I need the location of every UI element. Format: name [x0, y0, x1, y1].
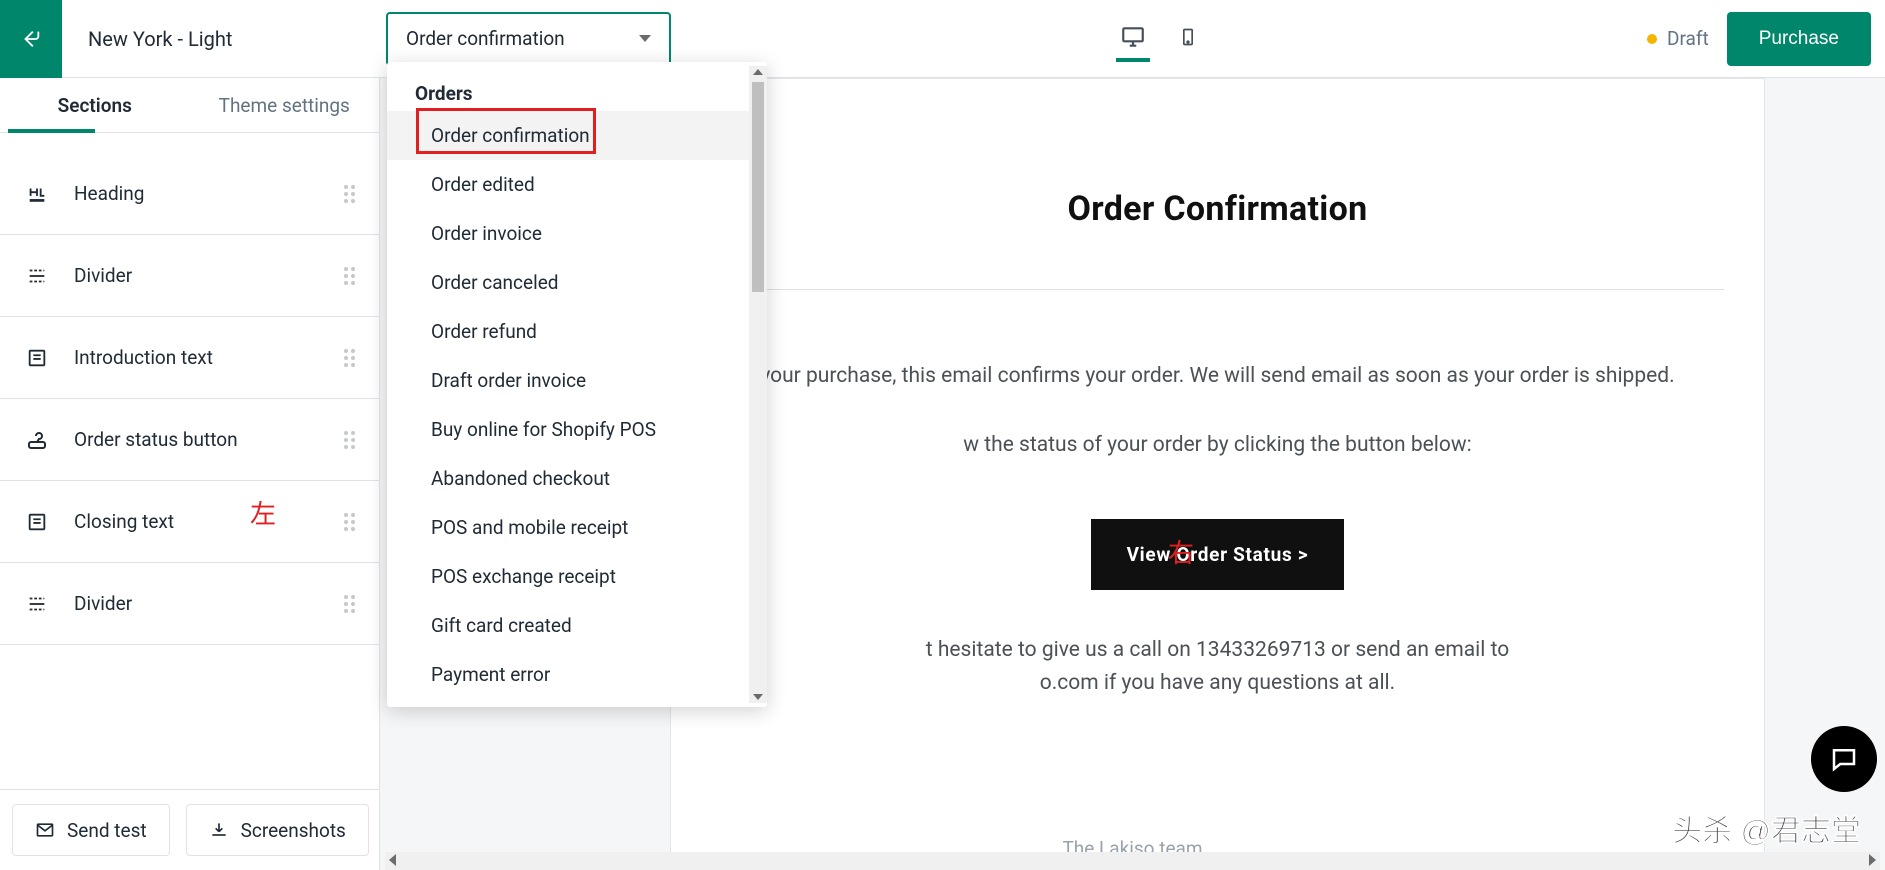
drag-handle-icon[interactable] [344, 267, 355, 285]
screenshots-button[interactable]: Screenshots [186, 804, 369, 856]
send-test-button[interactable]: Send test [12, 804, 170, 856]
dropdown-item[interactable]: Buy online for Shopify POS [387, 405, 767, 454]
section-item-divider[interactable]: Divider [0, 563, 379, 645]
dropdown-item[interactable]: Abandoned checkout [387, 454, 767, 503]
template-select[interactable]: Order confirmation [386, 12, 671, 66]
back-icon [20, 28, 42, 50]
section-item-label: Order status button [74, 428, 238, 451]
download-icon [209, 820, 229, 840]
divider-icon [24, 593, 50, 615]
preview-paragraph: t hesitate to give us a call on 13433269… [711, 634, 1724, 699]
section-item-order-status[interactable]: Order status button [0, 399, 379, 481]
template-select-value: Order confirmation [406, 27, 565, 50]
drag-handle-icon[interactable] [344, 185, 355, 203]
dropdown-item[interactable]: Order invoice [387, 209, 767, 258]
dropdown-item[interactable]: Draft order invoice [387, 356, 767, 405]
template-dropdown: Orders Order confirmation Order edited O… [387, 62, 767, 707]
draft-status: Draft [1647, 27, 1709, 50]
section-item-label: Closing text [74, 510, 174, 533]
dropdown-item[interactable]: Order canceled [387, 258, 767, 307]
drag-handle-icon[interactable] [344, 595, 355, 613]
text-icon [24, 347, 50, 369]
desktop-view-button[interactable] [1116, 16, 1150, 62]
preview-title: Order Confirmation [711, 189, 1724, 229]
dropdown-item[interactable]: POS and mobile receipt [387, 503, 767, 552]
theme-title: New York - Light [62, 27, 380, 51]
section-item-divider[interactable]: Divider [0, 235, 379, 317]
chat-icon [1829, 744, 1859, 774]
mobile-icon [1178, 24, 1198, 50]
dropdown-item[interactable]: Order edited [387, 160, 767, 209]
mail-icon [35, 820, 55, 840]
horizontal-scrollbar[interactable] [385, 852, 1880, 870]
preview-divider [711, 289, 1724, 290]
preview-paragraph: your purchase, this email confirms your … [711, 360, 1724, 393]
section-item-heading[interactable]: Heading [0, 153, 379, 235]
chevron-down-icon [639, 35, 651, 42]
preview-paragraph: w the status of your order by clicking t… [711, 429, 1724, 462]
drag-handle-icon[interactable] [344, 431, 355, 449]
draft-label: Draft [1667, 27, 1709, 50]
email-preview: Order Confirmation your purchase, this e… [670, 78, 1765, 870]
dropdown-group-orders: Orders [387, 62, 767, 111]
send-test-label: Send test [67, 819, 147, 842]
dropdown-item[interactable]: Gift card created [387, 601, 767, 650]
section-item-label: Introduction text [74, 346, 213, 369]
purchase-button[interactable]: Purchase [1727, 12, 1871, 66]
tab-sections[interactable]: Sections [0, 78, 190, 132]
section-item-label: Heading [74, 182, 144, 205]
section-item-label: Divider [74, 264, 132, 287]
dropdown-scrollbar[interactable] [749, 66, 767, 703]
tab-theme-settings[interactable]: Theme settings [190, 78, 380, 132]
topbar: New York - Light Order confirmation Draf… [0, 0, 1885, 78]
desktop-icon [1120, 24, 1146, 50]
heading-icon [24, 183, 50, 205]
sidebar: Sections Theme settings Heading Divider … [0, 78, 380, 870]
divider-icon [24, 265, 50, 287]
dropdown-item[interactable]: Order confirmation [387, 111, 767, 160]
back-button[interactable] [0, 0, 62, 78]
device-switch [1116, 16, 1202, 62]
mobile-view-button[interactable] [1174, 16, 1202, 62]
chat-widget-button[interactable] [1811, 726, 1877, 792]
section-item-intro-text[interactable]: Introduction text [0, 317, 379, 399]
section-list[interactable]: Heading Divider Introduction text Order … [0, 133, 379, 789]
section-item-closing-text[interactable]: Closing text [0, 481, 379, 563]
dropdown-item[interactable]: POS exchange receipt [387, 552, 767, 601]
text-icon [24, 511, 50, 533]
status-dot-icon [1647, 34, 1657, 44]
status-icon [24, 428, 50, 452]
dropdown-item[interactable]: Order refund [387, 307, 767, 356]
drag-handle-icon[interactable] [344, 349, 355, 367]
screenshots-label: Screenshots [241, 819, 346, 842]
section-item-label: Divider [74, 592, 132, 615]
dropdown-item[interactable]: Payment error [387, 650, 767, 699]
drag-handle-icon[interactable] [344, 513, 355, 531]
view-order-status-button[interactable]: View Order Status > [1091, 519, 1345, 590]
